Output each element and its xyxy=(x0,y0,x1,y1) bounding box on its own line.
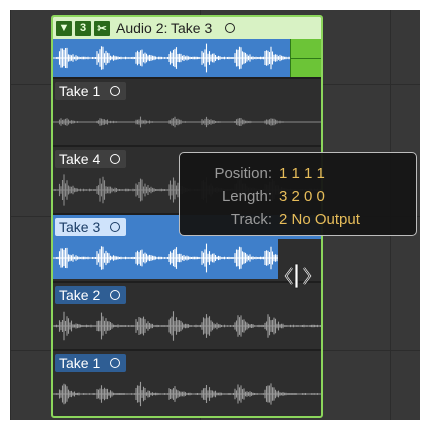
take-waveform xyxy=(53,243,278,273)
take-label[interactable]: Take 2 xyxy=(55,286,127,304)
take-label-text: Take 3 xyxy=(59,219,101,235)
comp-waveform-region[interactable] xyxy=(53,39,290,77)
comp-waveform xyxy=(53,43,290,73)
grid-line xyxy=(10,10,11,420)
take-waveform xyxy=(53,116,321,128)
edit-info-tooltip: Position: 1 1 1 1 Length: 3 2 0 0 Track:… xyxy=(179,152,417,236)
take-label-text: Take 4 xyxy=(59,151,101,167)
take-lane-take-1[interactable]: Take 1 xyxy=(53,77,321,143)
take-folder-title: Audio 2: Take 3 xyxy=(116,20,213,36)
tooltip-position-row: Position: 1 1 1 1 xyxy=(180,165,416,185)
circle-menu-icon[interactable] xyxy=(110,154,121,164)
take-label-text: Take 2 xyxy=(59,287,101,303)
take-count-badge[interactable]: 3 xyxy=(75,20,91,36)
take-lane-take-2[interactable]: Take 2 xyxy=(53,281,321,347)
take-folder-header[interactable]: ▼ 3 ✂ Audio 2: Take 3 xyxy=(53,17,321,39)
take-waveform xyxy=(53,311,321,341)
take-label[interactable]: Take 1 xyxy=(55,354,127,372)
tooltip-track-value: 2 No Output xyxy=(279,211,360,228)
comp-empty-region[interactable] xyxy=(290,39,321,77)
tooltip-length-row: Length: 3 2 0 0 xyxy=(180,188,416,208)
take-label[interactable]: Take 4 xyxy=(55,150,127,168)
tooltip-length-value: 3 2 0 0 xyxy=(279,188,325,205)
scissors-icon[interactable]: ✂ xyxy=(94,20,110,36)
tooltip-track-label: Track: xyxy=(230,211,272,228)
take-label-text: Take 1 xyxy=(59,83,101,99)
circle-menu-icon[interactable] xyxy=(225,23,236,33)
trim-resize-cursor-icon xyxy=(284,263,312,289)
take-lane-take-1-bottom[interactable]: Take 1 xyxy=(53,349,321,415)
tooltip-position-label: Position: xyxy=(214,165,272,182)
take-label-text: Take 1 xyxy=(59,355,101,371)
take-waveform xyxy=(53,381,321,407)
triangle-down-icon[interactable]: ▼ xyxy=(56,20,72,36)
circle-menu-icon[interactable] xyxy=(110,358,121,368)
circle-menu-icon[interactable] xyxy=(110,290,121,300)
circle-menu-icon[interactable] xyxy=(110,222,121,232)
take-label[interactable]: Take 3 xyxy=(55,218,127,236)
tooltip-length-label: Length: xyxy=(221,188,272,205)
take-label[interactable]: Take 1 xyxy=(55,82,127,100)
tooltip-track-row: Track: 2 No Output xyxy=(180,211,416,231)
tooltip-position-value: 1 1 1 1 xyxy=(279,165,325,182)
circle-menu-icon[interactable] xyxy=(110,86,121,96)
